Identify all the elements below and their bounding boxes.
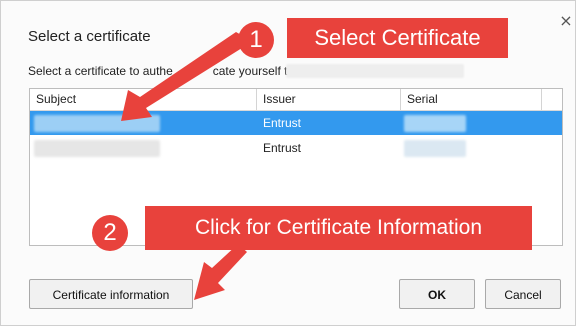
step-1-callout: Select Certificate	[287, 18, 508, 58]
description-text-cont: cate yourself to	[212, 64, 295, 78]
redacted-serial	[404, 115, 466, 132]
close-icon[interactable]: ×	[558, 13, 574, 29]
redacted-serial	[404, 140, 466, 157]
dialog-description: Select a certificate to authe cate yourse…	[28, 64, 294, 78]
step-2-callout: Click for Certificate Information	[145, 206, 532, 250]
description-text: Select a certificate to authe	[28, 64, 173, 78]
step-1-badge: 1	[238, 22, 274, 58]
redacted-site-name	[286, 64, 464, 78]
redacted-subject	[34, 140, 160, 157]
column-header-subject[interactable]: Subject	[30, 89, 257, 110]
step-2-badge: 2	[92, 215, 128, 251]
redacted-subject	[34, 115, 160, 132]
column-header-issuer[interactable]: Issuer	[257, 89, 401, 110]
column-header-serial[interactable]: Serial	[401, 89, 542, 110]
table-header: Subject Issuer Serial	[30, 89, 562, 111]
table-row[interactable]: Entrust	[30, 111, 562, 135]
issuer-cell: Entrust	[263, 141, 302, 155]
ok-button[interactable]: OK	[399, 279, 475, 309]
cancel-button[interactable]: Cancel	[485, 279, 561, 309]
issuer-cell: Entrust	[263, 116, 302, 130]
dialog-title: Select a certificate	[28, 28, 151, 45]
certificate-information-button[interactable]: Certificate information	[29, 279, 193, 309]
table-row[interactable]: Entrust	[30, 136, 562, 160]
